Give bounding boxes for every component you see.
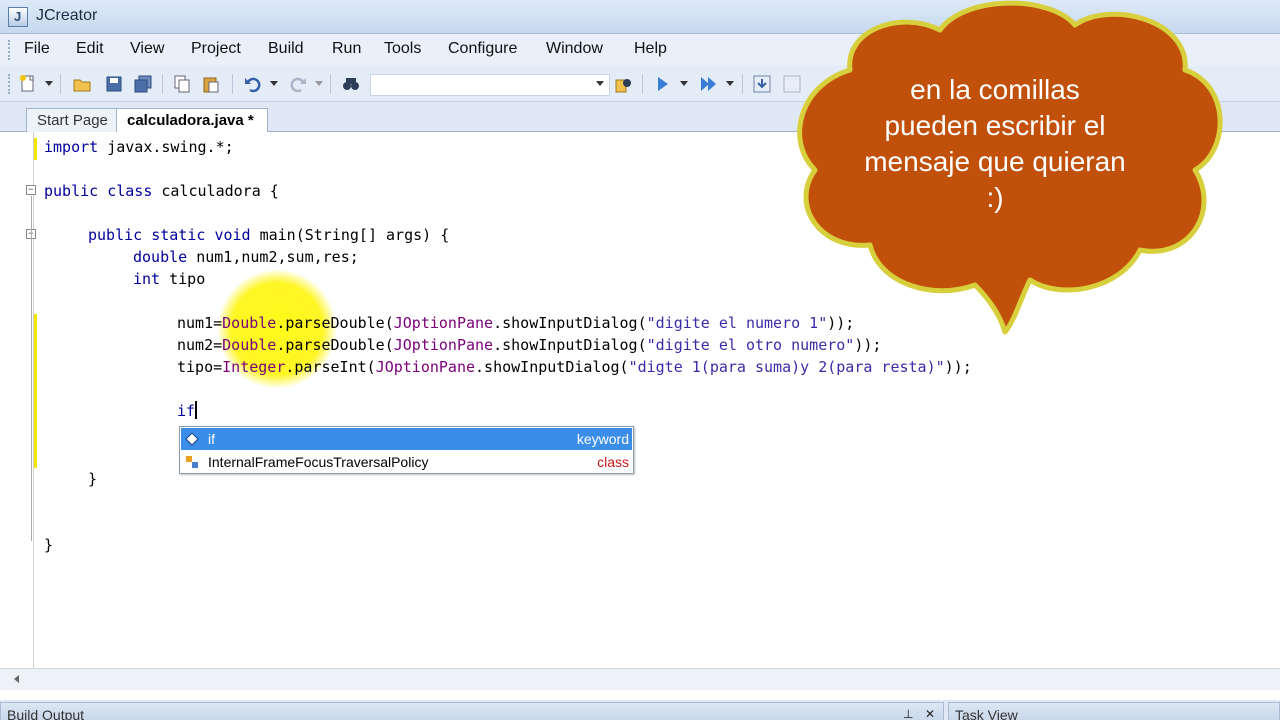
code-line-4: double num1,num2,sum,res; xyxy=(133,248,359,266)
menu-file[interactable]: File xyxy=(24,40,50,58)
class-icon xyxy=(186,456,198,468)
toolbar-separator xyxy=(162,74,163,94)
toolbar-grip-icon[interactable] xyxy=(8,74,11,94)
save-all-icon[interactable] xyxy=(133,74,153,94)
pin-icon[interactable]: ⊥ xyxy=(903,707,913,720)
task-view-title: Task View xyxy=(955,707,1018,720)
menu-run[interactable]: Run xyxy=(332,40,361,58)
debug-dropdown-icon[interactable] xyxy=(726,81,734,86)
autocomplete-item-name: InternalFrameFocusTraversalPolicy xyxy=(208,454,429,470)
save-icon[interactable] xyxy=(104,74,124,94)
run-icon[interactable] xyxy=(652,74,672,94)
close-icon[interactable]: ✕ xyxy=(925,707,935,720)
jcreator-app-icon[interactable] xyxy=(8,7,28,27)
editor-gutter xyxy=(0,132,34,668)
toolbar-separator xyxy=(60,74,61,94)
tab-start-page[interactable]: Start Page xyxy=(26,108,124,132)
autocomplete-item-kind: class xyxy=(597,454,629,470)
code-line-6: num1=Double.parseDouble(JOptionPane.show… xyxy=(177,314,855,332)
copy-icon[interactable] xyxy=(172,74,192,94)
menu-project[interactable]: Project xyxy=(191,40,241,58)
menu-tools[interactable]: Tools xyxy=(384,40,421,58)
step-into-icon[interactable] xyxy=(752,74,772,94)
scroll-left-icon[interactable] xyxy=(14,675,19,683)
horizontal-scrollbar[interactable] xyxy=(0,668,1280,690)
annotation-line: mensaje que quieran xyxy=(864,146,1126,177)
menu-build[interactable]: Build xyxy=(268,40,304,58)
task-view-panel[interactable]: Task View xyxy=(948,702,1280,720)
menu-configure[interactable]: Configure xyxy=(448,40,517,58)
redo-icon[interactable] xyxy=(288,74,308,94)
build-output-title: Build Output xyxy=(7,707,85,720)
redo-dropdown-icon xyxy=(315,81,323,86)
undo-dropdown-icon[interactable] xyxy=(270,81,278,86)
annotation-line: en la comillas xyxy=(910,74,1080,105)
code-line-2: public class calculadora { xyxy=(44,182,279,200)
bottom-panels: Build Output ⊥ ✕ Task View xyxy=(0,700,1280,720)
paste-icon[interactable] xyxy=(201,74,221,94)
debug-run-icon[interactable] xyxy=(698,74,718,94)
changed-line-marker xyxy=(34,138,37,160)
toolbar-separator xyxy=(330,74,331,94)
code-line-10: } xyxy=(88,470,98,488)
tab-calculadora-java[interactable]: calculadora.java * xyxy=(116,108,268,133)
annotation-text: en la comillas pueden escribir el mensaj… xyxy=(830,72,1160,216)
new-dropdown-icon[interactable] xyxy=(45,81,53,86)
build-output-panel[interactable]: Build Output ⊥ ✕ xyxy=(0,702,944,720)
menu-help[interactable]: Help xyxy=(634,40,667,58)
code-line-9: if xyxy=(177,401,198,420)
code-line-11: } xyxy=(44,536,54,554)
code-line-3: public static void main(String[] args) { xyxy=(88,226,450,244)
autocomplete-item-kind: keyword xyxy=(576,431,629,447)
code-line-8: tipo=Integer.parseInt(JOptionPane.showIn… xyxy=(177,358,972,376)
code-line-1: import javax.swing.*; xyxy=(44,138,234,156)
find-in-files-icon[interactable] xyxy=(614,74,634,94)
menu-view[interactable]: View xyxy=(130,40,164,58)
toolbar-separator xyxy=(742,74,743,94)
code-line-5: int tipo xyxy=(133,270,206,288)
toolbar-separator xyxy=(232,74,233,94)
open-folder-icon[interactable] xyxy=(72,74,92,94)
text-cursor xyxy=(195,401,198,419)
annotation-line: :) xyxy=(986,182,1004,213)
changed-line-marker xyxy=(34,314,37,468)
autocomplete-popup: if keyword InternalFrameFocusTraversalPo… xyxy=(179,426,634,474)
code-line-7: num2=Double.parseDouble(JOptionPane.show… xyxy=(177,336,882,354)
annotation-line: pueden escribir el xyxy=(884,110,1106,141)
autocomplete-item-name: if xyxy=(208,431,215,447)
keyword-icon xyxy=(185,432,199,446)
run-dropdown-icon[interactable] xyxy=(680,81,688,86)
autocomplete-item-internalframefocustraversalpolicy[interactable]: InternalFrameFocusTraversalPolicy class xyxy=(181,451,632,473)
fold-line xyxy=(31,196,32,541)
find-combo-dropdown-icon[interactable] xyxy=(596,81,604,86)
autocomplete-item-if[interactable]: if keyword xyxy=(181,428,632,450)
fold-toggle-icon[interactable]: − xyxy=(26,185,36,195)
undo-icon[interactable] xyxy=(243,74,263,94)
menu-window[interactable]: Window xyxy=(546,40,603,58)
menu-edit[interactable]: Edit xyxy=(76,40,104,58)
find-combo-input[interactable] xyxy=(370,74,610,96)
menu-grip-icon[interactable] xyxy=(8,40,11,60)
new-file-icon[interactable] xyxy=(18,74,38,94)
toolbar-separator xyxy=(642,74,643,94)
window-title: JCreator xyxy=(36,7,98,24)
find-binoculars-icon[interactable] xyxy=(341,74,361,94)
